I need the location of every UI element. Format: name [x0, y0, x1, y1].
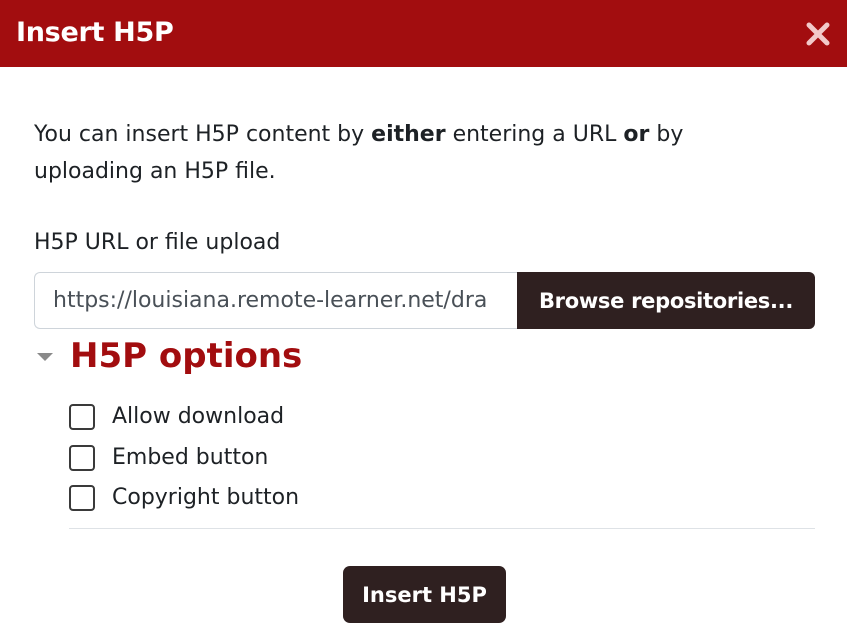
h5p-options-title: H5P options	[70, 336, 303, 376]
caret-down-icon	[37, 353, 53, 361]
copyright-button-label: Copyright button	[112, 485, 300, 510]
intro-text: You can insert H5P content by either ent…	[34, 116, 734, 190]
copyright-button-option[interactable]: Copyright button	[69, 482, 299, 514]
embed-button-option[interactable]: Embed button	[69, 442, 268, 474]
allow-download-checkbox[interactable]	[69, 404, 95, 430]
close-icon[interactable]	[804, 20, 832, 48]
embed-button-checkbox[interactable]	[69, 445, 95, 471]
allow-download-label: Allow download	[112, 404, 285, 429]
h5p-options-toggle[interactable]: H5P options	[34, 334, 302, 378]
allow-download-option[interactable]: Allow download	[69, 401, 284, 433]
url-field-label: H5P URL or file upload	[34, 230, 281, 255]
dialog-header: Insert H5P	[0, 0, 847, 67]
url-input-group: Browse repositories...	[34, 272, 815, 329]
intro-emphasis-either: either	[371, 122, 446, 147]
intro-text-part: entering a URL	[445, 122, 624, 147]
browse-repositories-button[interactable]: Browse repositories...	[517, 272, 815, 329]
embed-button-label: Embed button	[112, 445, 269, 470]
url-input[interactable]	[34, 272, 517, 329]
intro-text-part: You can insert H5P content by	[34, 122, 372, 147]
dialog-title: Insert H5P	[16, 17, 174, 48]
options-divider	[69, 528, 815, 529]
insert-h5p-dialog: Insert H5P You can insert H5P content by…	[0, 0, 847, 638]
copyright-button-checkbox[interactable]	[69, 485, 95, 511]
intro-emphasis-or: or	[623, 122, 650, 147]
insert-h5p-button[interactable]: Insert H5P	[343, 566, 506, 623]
